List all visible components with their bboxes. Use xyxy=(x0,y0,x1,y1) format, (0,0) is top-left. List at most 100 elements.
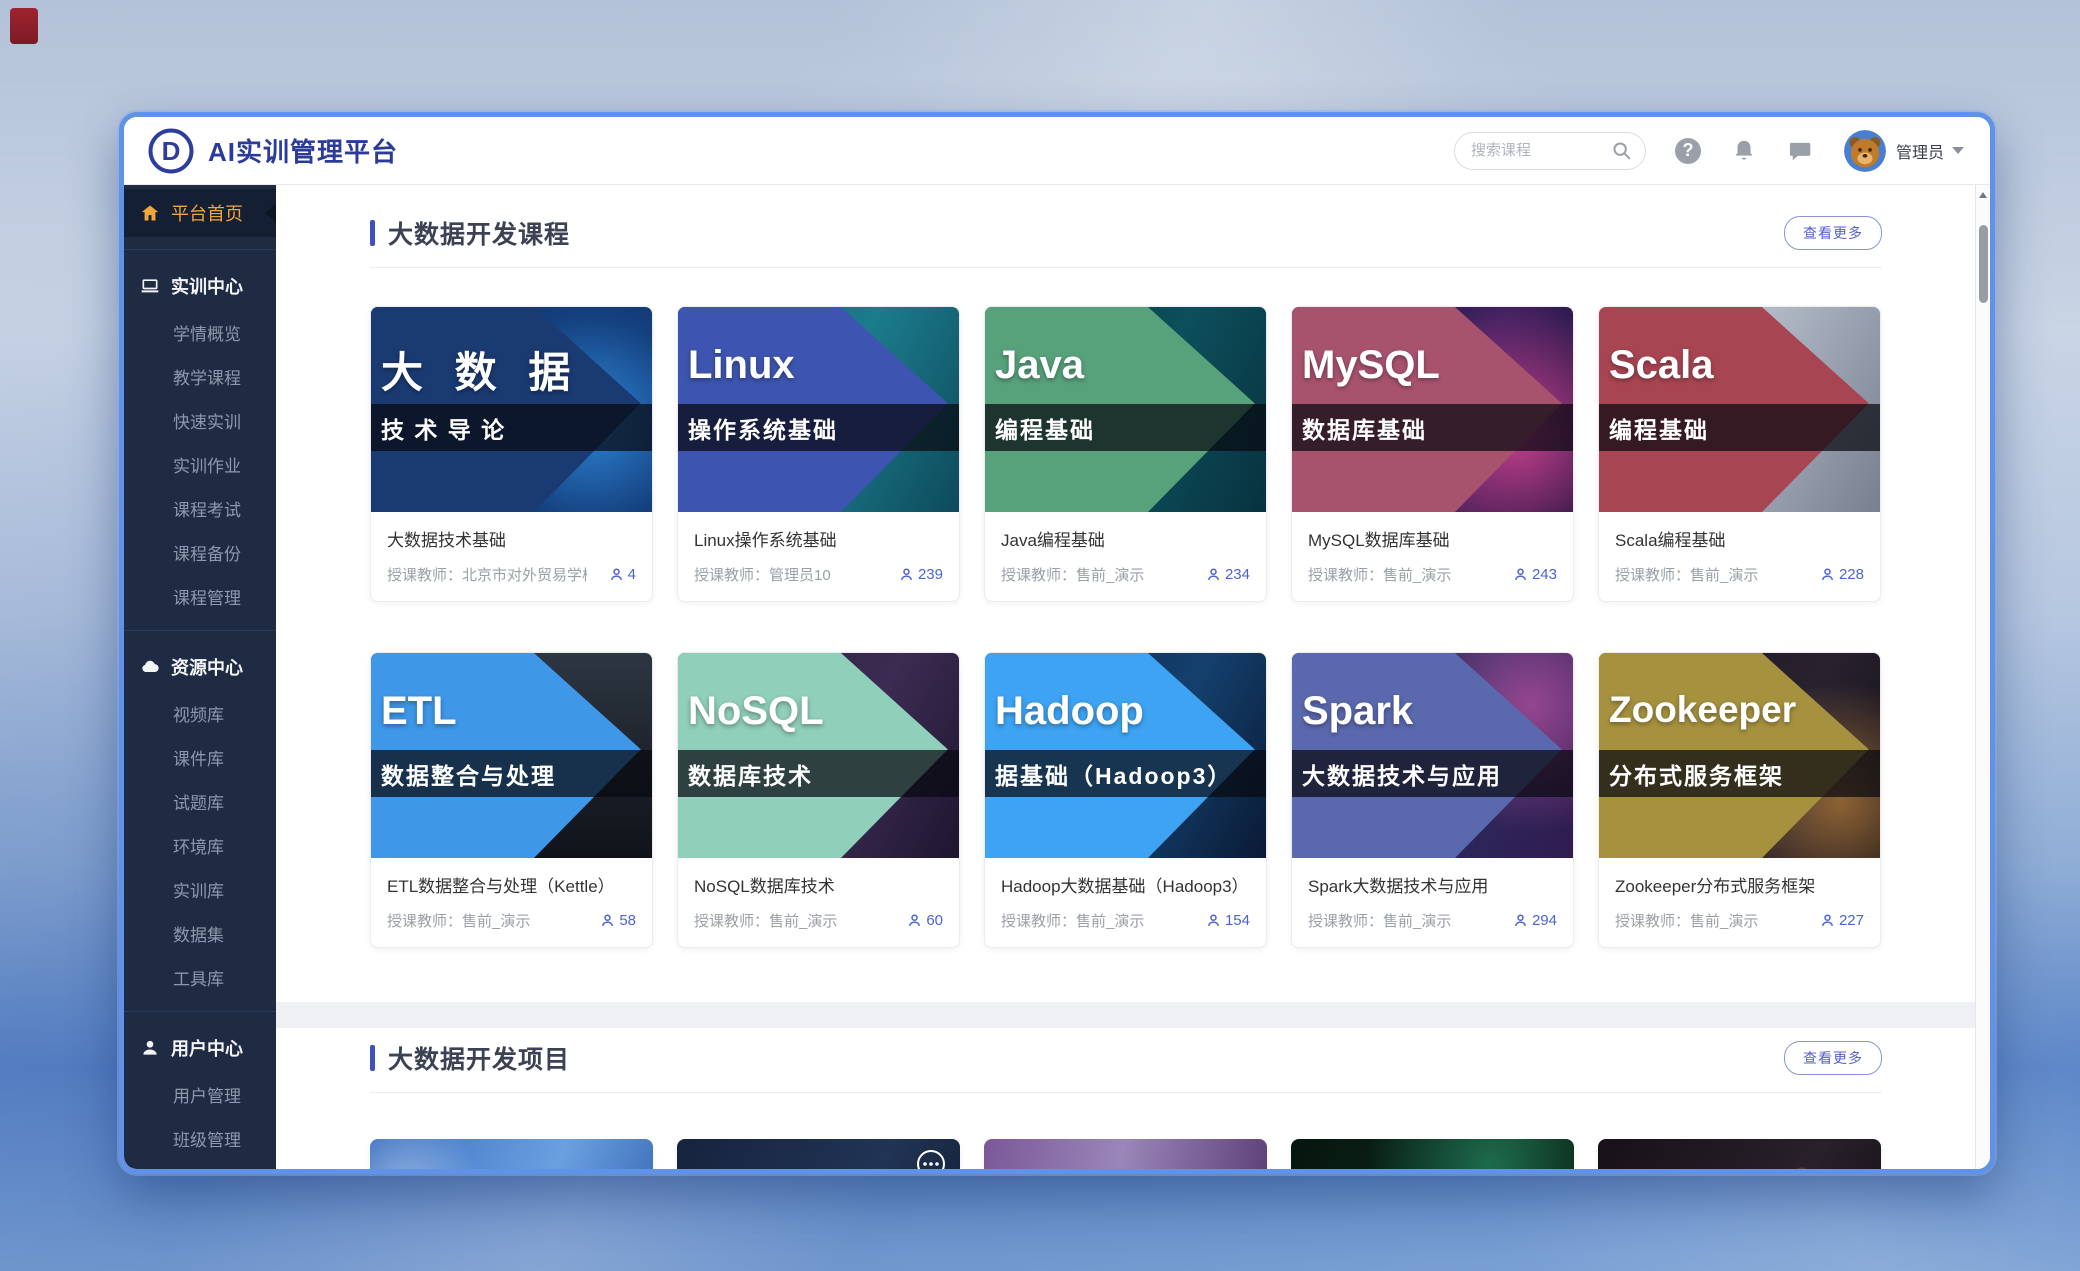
course-card[interactable]: 数据整合与处理 ETL ETL数据整合与处理（Kettle） 授课教师：售前_演… xyxy=(370,652,653,948)
sidebar-item[interactable]: 用户管理 xyxy=(124,1072,276,1116)
sidebar-item[interactable]: 数据集 xyxy=(124,911,276,955)
cover-title: 大 数 据 xyxy=(381,339,580,400)
sidebar-item[interactable]: 试题库 xyxy=(124,779,276,823)
sidebar-item[interactable]: 教学课程 xyxy=(124,354,276,398)
course-name: NoSQL数据库技术 xyxy=(694,872,943,897)
cover-title: NoSQL xyxy=(688,689,824,734)
student-count: 294 xyxy=(1513,912,1557,929)
sidebar-section-users[interactable]: 用户中心 xyxy=(124,1024,276,1072)
sidebar-item[interactable]: 课程备份 xyxy=(124,530,276,574)
section-accent-bar xyxy=(370,1045,375,1071)
project-card[interactable]: 大数据开发案例 xyxy=(370,1139,653,1169)
cover-subtitle: 据基础（Hadoop3） xyxy=(985,750,1266,797)
chevron-down-icon[interactable] xyxy=(1952,147,1964,154)
course-teacher: 授课教师：售前_演示 xyxy=(1615,564,1758,585)
scrollbar-up-arrow[interactable] xyxy=(1979,192,1987,198)
sidebar-item[interactable]: 课程管理 xyxy=(124,574,276,618)
course-cover-image: 分布式服务框架 Zookeeper xyxy=(1599,653,1880,858)
course-card[interactable]: 编程基础 Java Java编程基础 授课教师：售前_演示 234 xyxy=(984,306,1267,602)
student-count: 227 xyxy=(1820,912,1864,929)
user-icon xyxy=(140,1038,160,1058)
sidebar-item[interactable]: 课件库 xyxy=(124,735,276,779)
course-card[interactable]: 数据库技术 NoSQL NoSQL数据库技术 授课教师：售前_演示 60 xyxy=(677,652,960,948)
project-card[interactable]: 大数据开发案例 xyxy=(1291,1139,1574,1169)
sidebar-item[interactable]: 工具库 xyxy=(124,955,276,999)
notification-bell-icon[interactable] xyxy=(1730,137,1758,165)
sidebar-item-label: 平台首页 xyxy=(171,200,243,226)
course-card[interactable]: 据基础（Hadoop3） Hadoop Hadoop大数据基础（Hadoop3）… xyxy=(984,652,1267,948)
course-cards-row-2: 数据整合与处理 ETL ETL数据整合与处理（Kettle） 授课教师：售前_演… xyxy=(370,652,1882,948)
course-name: ETL数据整合与处理（Kettle） xyxy=(387,872,636,897)
user-name[interactable]: 管理员 xyxy=(1896,139,1944,163)
course-cover-image: 数据整合与处理 ETL xyxy=(371,653,652,858)
sidebar-section-resources[interactable]: 资源中心 xyxy=(124,643,276,691)
course-cover-image: 编程基础 Scala xyxy=(1599,307,1880,512)
section-title: 大数据开发课程 xyxy=(388,215,570,251)
student-count: 243 xyxy=(1513,566,1557,583)
section-projects: 大数据开发项目 查看更多 大数据开发案例 xyxy=(276,1028,1990,1169)
view-more-button[interactable]: 查看更多 xyxy=(1784,216,1882,250)
course-card[interactable]: 技 术 导 论 大 数 据 大数据技术基础 授课教师：北京市对外贸易学校教...… xyxy=(370,306,653,602)
sidebar-item[interactable]: 实训库 xyxy=(124,867,276,911)
scrollbar-thumb[interactable] xyxy=(1979,225,1988,303)
sidebar-item[interactable]: 学情概览 xyxy=(124,310,276,354)
cover-subtitle: 编程基础 xyxy=(1599,404,1880,451)
vertical-scrollbar[interactable] xyxy=(1975,185,1990,1169)
project-cards-row: 大数据开发案例 大数据开发案例 大数 xyxy=(370,1139,1882,1169)
section-accent-bar xyxy=(370,220,375,246)
search-input[interactable] xyxy=(1471,142,1611,159)
cover-subtitle: 大数据技术与应用 xyxy=(1292,750,1573,797)
cover-subtitle: 数据整合与处理 xyxy=(371,750,652,797)
sidebar-item-home[interactable]: 平台首页 xyxy=(124,189,276,237)
course-teacher: 授课教师：售前_演示 xyxy=(1001,910,1144,931)
course-teacher: 授课教师：北京市对外贸易学校教... xyxy=(387,564,587,585)
view-more-button[interactable]: 查看更多 xyxy=(1784,1041,1882,1075)
desktop-background: D AI实训管理平台 ? xyxy=(0,0,2080,1271)
sidebar-section-label: 实训中心 xyxy=(171,273,243,299)
sidebar-item[interactable]: 实训作业 xyxy=(124,442,276,486)
user-avatar[interactable] xyxy=(1844,130,1886,172)
course-card[interactable]: 大数据技术与应用 Spark Spark大数据技术与应用 授课教师：售前_演示 … xyxy=(1291,652,1574,948)
cloud-icon xyxy=(140,657,160,677)
project-card[interactable]: 大数据开发案例 xyxy=(677,1139,960,1169)
sidebar-divider xyxy=(124,1011,276,1012)
course-card[interactable]: 操作系统基础 Linux Linux操作系统基础 授课教师：管理员10 239 xyxy=(677,306,960,602)
sidebar-item[interactable]: 视频库 xyxy=(124,691,276,735)
sidebar-divider xyxy=(124,249,276,250)
search-icon[interactable] xyxy=(1611,140,1633,162)
student-count: 239 xyxy=(899,566,943,583)
cover-title: Scala xyxy=(1609,343,1714,388)
course-cover-image: 技 术 导 论 大 数 据 xyxy=(371,307,652,512)
student-count: 60 xyxy=(907,912,943,929)
message-chat-icon[interactable] xyxy=(1786,137,1814,165)
course-teacher: 授课教师：售前_演示 xyxy=(694,910,837,931)
course-card[interactable]: 数据库基础 MySQL MySQL数据库基础 授课教师：售前_演示 243 xyxy=(1291,306,1574,602)
student-count: 4 xyxy=(609,566,636,583)
sidebar-item[interactable]: 课程考试 xyxy=(124,486,276,530)
course-card[interactable]: 编程基础 Scala Scala编程基础 授课教师：售前_演示 228 xyxy=(1598,306,1881,602)
app-header: D AI实训管理平台 ? xyxy=(124,117,1990,185)
course-teacher: 授课教师：管理员10 xyxy=(694,564,831,585)
cover-title: Hadoop xyxy=(995,689,1144,734)
cover-title: Linux xyxy=(688,343,795,388)
help-icon[interactable]: ? xyxy=(1674,137,1702,165)
course-cover-image: 编程基础 Java xyxy=(985,307,1266,512)
course-teacher: 授课教师：售前_演示 xyxy=(1308,564,1451,585)
sidebar-section-training[interactable]: 实训中心 xyxy=(124,262,276,310)
sidebar-item[interactable]: 快速实训 xyxy=(124,398,276,442)
cover-title: Java xyxy=(995,343,1084,388)
course-cards-row-1: 技 术 导 论 大 数 据 大数据技术基础 授课教师：北京市对外贸易学校教...… xyxy=(370,306,1882,602)
course-teacher: 授课教师：售前_演示 xyxy=(387,910,530,931)
project-card[interactable]: 大数据开发案例 xyxy=(1598,1139,1881,1169)
cover-subtitle: 数据库基础 xyxy=(1292,404,1573,451)
sidebar-item[interactable]: 班级管理 xyxy=(124,1116,276,1160)
app-logo: D xyxy=(148,128,194,174)
course-card[interactable]: 分布式服务框架 Zookeeper Zookeeper分布式服务框架 授课教师：… xyxy=(1598,652,1881,948)
project-card[interactable]: 大数据开发案例 xyxy=(984,1139,1267,1169)
cover-subtitle: 技 术 导 论 xyxy=(371,404,652,451)
course-teacher: 授课教师：售前_演示 xyxy=(1615,910,1758,931)
section-gap xyxy=(276,1002,1990,1028)
search-box[interactable] xyxy=(1454,132,1646,170)
desktop-shortcut-icon[interactable] xyxy=(10,8,38,44)
sidebar-item[interactable]: 环境库 xyxy=(124,823,276,867)
